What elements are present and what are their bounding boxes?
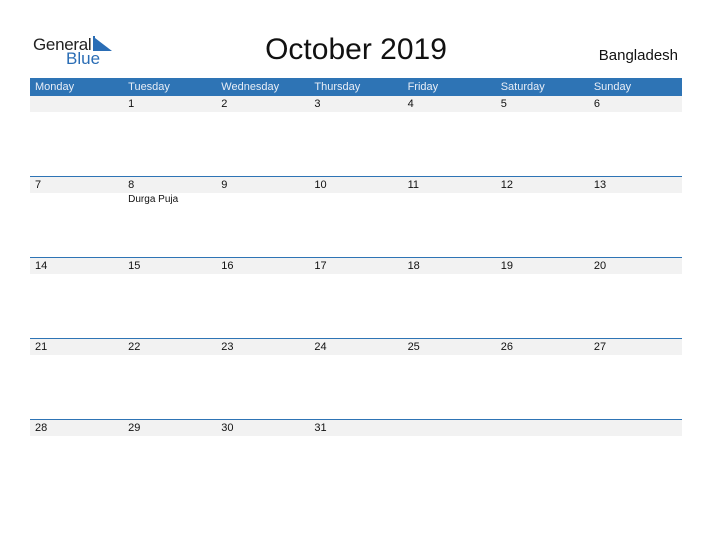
week-row: 21 22 23 24 25 26 27 <box>30 338 682 420</box>
day-number: 6 <box>593 98 600 110</box>
week-row: 1 2 3 4 5 6 <box>30 96 682 177</box>
date-strip: 28 29 30 31 <box>30 420 682 436</box>
day-number: 14 <box>35 260 48 272</box>
events-row: Durga Puja <box>30 193 682 207</box>
day-number: 30 <box>221 422 234 434</box>
day-number: 4 <box>407 98 414 110</box>
weekday-saturday: Saturday <box>500 81 545 93</box>
date-strip: 21 22 23 24 25 26 27 <box>30 339 682 355</box>
day-number: 10 <box>314 179 327 191</box>
day-number: 1 <box>128 98 135 110</box>
day-number: 22 <box>128 341 141 353</box>
day-number: 16 <box>221 260 234 272</box>
day-number: 15 <box>128 260 141 272</box>
day-number: 17 <box>314 260 327 272</box>
weekday-header: Monday Tuesday Wednesday Thursday Friday… <box>30 78 682 96</box>
day-number: 24 <box>314 341 327 353</box>
day-number <box>496 420 589 436</box>
day-number: 9 <box>221 179 228 191</box>
day-number: 19 <box>500 260 513 272</box>
week-row: 14 15 16 17 18 19 20 <box>30 257 682 339</box>
weekday-wednesday: Wednesday <box>221 81 280 93</box>
day-number <box>589 420 682 436</box>
day-number: 2 <box>221 98 228 110</box>
day-number: 7 <box>35 179 42 191</box>
weekday-thursday: Thursday <box>314 81 361 93</box>
day-event <box>496 193 589 207</box>
weekday-sunday: Sunday <box>593 81 632 93</box>
day-event <box>403 193 496 207</box>
day-number <box>30 96 123 112</box>
day-event <box>309 193 402 207</box>
day-number: 12 <box>500 179 513 191</box>
weekday-monday: Monday <box>35 81 75 93</box>
day-number: 13 <box>593 179 607 191</box>
weekday-tuesday: Tuesday <box>128 81 170 93</box>
day-number: 31 <box>314 422 327 434</box>
day-number: 25 <box>407 341 420 353</box>
day-number: 21 <box>35 341 48 353</box>
day-event <box>216 193 309 207</box>
day-number <box>403 420 496 436</box>
week-row: 7 8 9 10 11 12 13 Durga Puja <box>30 176 682 258</box>
day-number: 3 <box>314 98 321 110</box>
day-number: 18 <box>407 260 420 272</box>
date-strip: 1 2 3 4 5 6 <box>30 96 682 112</box>
day-number: 23 <box>221 341 234 353</box>
day-number: 29 <box>128 422 141 434</box>
week-row: 28 29 30 31 <box>30 419 682 501</box>
day-number: 26 <box>500 341 513 353</box>
day-event <box>30 193 123 207</box>
day-event: Durga Puja <box>128 194 179 205</box>
date-strip: 7 8 9 10 11 12 13 <box>30 177 682 193</box>
day-number: 20 <box>593 260 607 272</box>
day-number: 27 <box>593 341 607 353</box>
calendar-grid: Monday Tuesday Wednesday Thursday Friday… <box>30 78 682 436</box>
date-strip: 14 15 16 17 18 19 20 <box>30 258 682 274</box>
weekday-friday: Friday <box>407 81 439 93</box>
day-number: 11 <box>407 179 419 191</box>
day-number: 5 <box>500 98 507 110</box>
country-label: Bangladesh <box>598 47 678 64</box>
day-event <box>589 193 682 207</box>
day-number: 8 <box>128 179 135 191</box>
day-number: 28 <box>35 422 48 434</box>
